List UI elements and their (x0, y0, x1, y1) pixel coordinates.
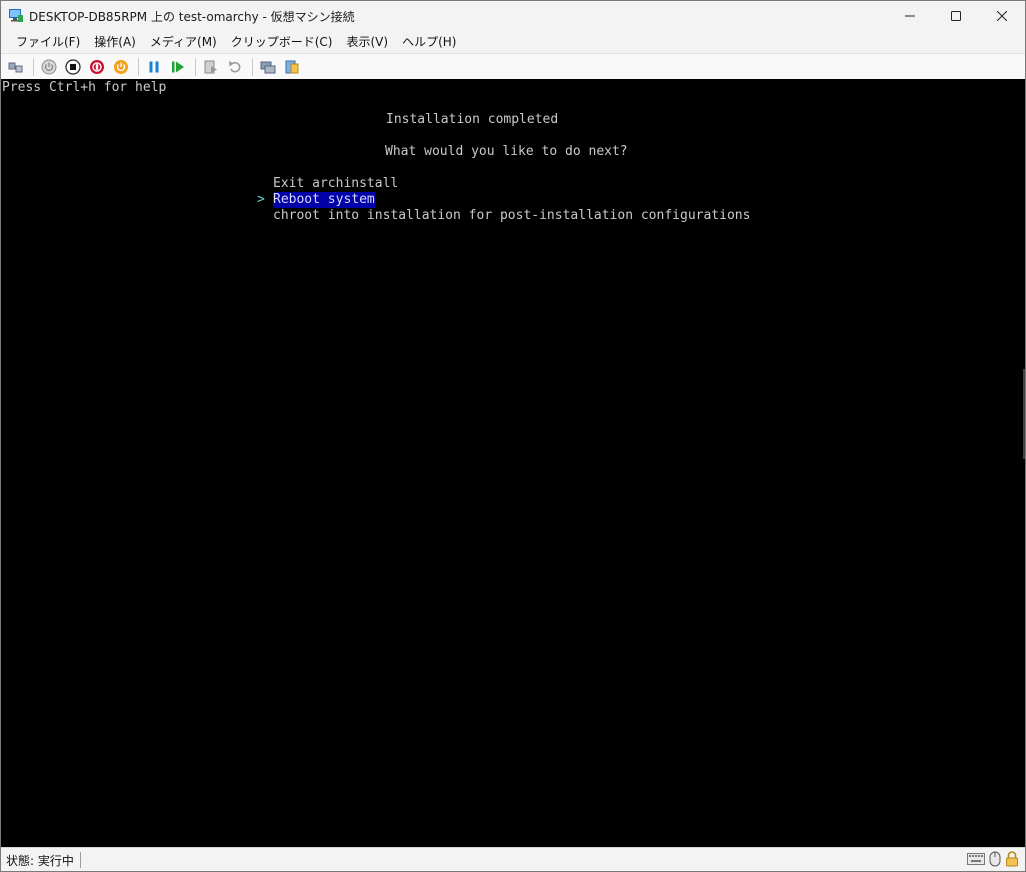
toolbar-separator (195, 57, 196, 76)
keyboard-icon (967, 853, 985, 865)
toolbar (1, 53, 1025, 79)
help-hint: Press Ctrl+h for help (2, 80, 167, 95)
toolbar-separator (33, 57, 34, 76)
start-icon (41, 59, 57, 74)
option-reboot-system[interactable]: Reboot system (273, 192, 375, 208)
enhanced-session-icon (260, 61, 276, 73)
shut-down-icon (90, 59, 104, 74)
checkpoint-icon (204, 60, 217, 73)
installation-heading: Installation completed (386, 112, 559, 127)
start-button[interactable] (38, 56, 60, 78)
turn-off-icon (65, 58, 81, 75)
status-bar: 状態: 実行中 (1, 847, 1025, 871)
ctrl-alt-del-icon (8, 62, 23, 72)
save-icon (114, 59, 128, 74)
next-step-question: What would you like to do next? (385, 144, 628, 159)
selection-cursor: > (257, 192, 265, 207)
revert-icon (229, 60, 241, 73)
save-button[interactable] (110, 56, 132, 78)
vm-status-text: 状態: 実行中 (6, 853, 74, 868)
vm-console-screen[interactable]: Press Ctrl+h for help Installation compl… (1, 79, 1025, 847)
scrollbar[interactable] (1023, 369, 1025, 459)
vm-connection-app-icon (8, 8, 24, 24)
menu-view[interactable]: 表示(V) (340, 33, 396, 50)
menu-action[interactable]: 操作(A) (87, 33, 143, 50)
menu-bar: ファイル(F) 操作(A) メディア(M) クリップボード(C) 表示(V) ヘ… (1, 31, 1025, 51)
resume-button[interactable] (167, 56, 189, 78)
menu-media[interactable]: メディア(M) (143, 33, 224, 50)
share-icon (285, 60, 299, 73)
vm-connection-window: DESKTOP-DB85RPM 上の test-omarchy - 仮想マシン接… (0, 0, 1026, 872)
minimize-button[interactable] (887, 1, 933, 31)
shut-down-button[interactable] (86, 56, 108, 78)
window-title: DESKTOP-DB85RPM 上の test-omarchy - 仮想マシン接… (29, 9, 355, 24)
status-separator (79, 852, 81, 868)
title-bar[interactable]: DESKTOP-DB85RPM 上の test-omarchy - 仮想マシン接… (1, 1, 1025, 31)
enhanced-session-button[interactable] (257, 56, 279, 78)
lock-icon (1006, 851, 1018, 867)
share-button[interactable] (281, 56, 303, 78)
checkpoint-button[interactable] (200, 56, 222, 78)
maximize-icon (951, 11, 961, 21)
mouse-icon (989, 851, 1001, 867)
close-button[interactable] (979, 1, 1025, 31)
menu-help[interactable]: ヘルプ(H) (395, 33, 463, 50)
menu-file[interactable]: ファイル(F) (9, 33, 87, 50)
ctrl-alt-del-button[interactable] (5, 56, 27, 78)
option-chroot[interactable]: chroot into installation for post-instal… (273, 208, 750, 224)
pause-icon (149, 61, 159, 72)
turn-off-button[interactable] (62, 56, 84, 78)
minimize-icon (905, 15, 915, 17)
maximize-button[interactable] (933, 1, 979, 31)
close-icon (997, 11, 1007, 21)
resume-icon (172, 61, 184, 72)
toolbar-separator (252, 57, 253, 76)
revert-button[interactable] (224, 56, 246, 78)
menu-clipboard[interactable]: クリップボード(C) (224, 33, 340, 50)
pause-button[interactable] (143, 56, 165, 78)
option-exit-archinstall[interactable]: Exit archinstall (273, 176, 398, 192)
toolbar-separator (138, 57, 139, 76)
